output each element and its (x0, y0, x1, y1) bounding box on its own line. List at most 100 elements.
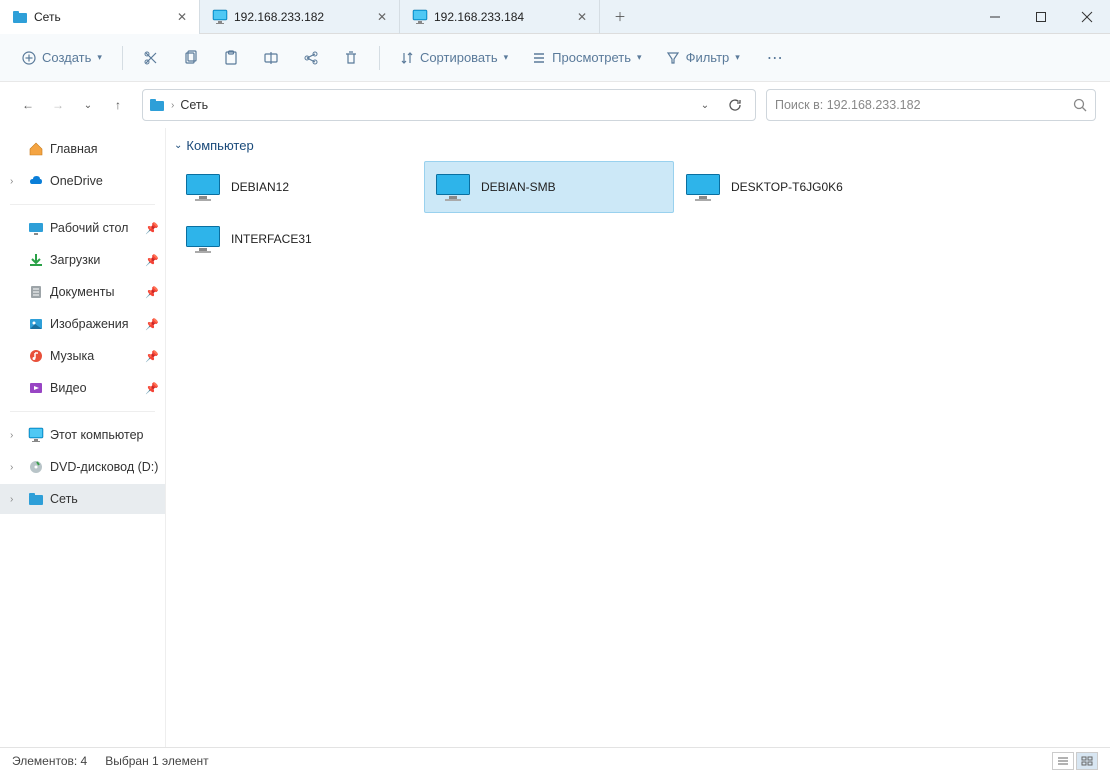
sidebar-item-label: Музыка (50, 349, 94, 363)
tab-network[interactable]: Сеть ✕ (0, 0, 200, 34)
delete-button[interactable] (333, 42, 369, 74)
expand-icon[interactable]: › (10, 430, 22, 441)
ellipsis-icon: ⋯ (767, 48, 785, 68)
sidebar-item-desktop[interactable]: Рабочий стол 📌 (0, 213, 165, 243)
documents-icon (28, 284, 44, 300)
computer-item-desktop-t6jg0k6[interactable]: DESKTOP-T6JG0K6 (674, 161, 924, 213)
plus-circle-icon (22, 51, 36, 65)
sidebar-item-documents[interactable]: Документы 📌 (0, 277, 165, 307)
search-icon[interactable] (1073, 98, 1087, 112)
trash-icon (343, 50, 359, 66)
tiles-view-button[interactable] (1076, 752, 1098, 770)
create-label: Создать (42, 50, 91, 65)
tab-ip-1[interactable]: 192.168.233.182 ✕ (200, 0, 400, 34)
search-bar[interactable] (766, 89, 1096, 121)
pin-icon[interactable]: 📌 (145, 254, 159, 267)
nav-buttons: ← → ⌄ ↑ (14, 91, 132, 119)
address-dropdown[interactable]: ⌄ (691, 91, 719, 119)
pin-icon[interactable]: 📌 (145, 318, 159, 331)
computer-icon (435, 173, 471, 201)
forward-button[interactable]: → (44, 91, 72, 119)
item-label: DESKTOP-T6JG0K6 (731, 180, 843, 194)
expand-icon[interactable]: › (10, 494, 22, 505)
chevron-down-icon: ▾ (504, 52, 509, 63)
disc-icon (28, 459, 44, 475)
view-toggle (1052, 752, 1098, 770)
address-row: ← → ⌄ ↑ › Сеть ⌄ (0, 82, 1110, 128)
downloads-icon (28, 252, 44, 268)
close-icon[interactable]: ✕ (373, 8, 391, 26)
tab-label: Сеть (34, 10, 167, 24)
sidebar-item-videos[interactable]: Видео 📌 (0, 373, 165, 403)
separator (379, 46, 380, 70)
pin-icon[interactable]: 📌 (145, 382, 159, 395)
expand-icon[interactable]: › (10, 176, 22, 187)
computer-icon (412, 9, 428, 25)
recent-button[interactable]: ⌄ (74, 91, 102, 119)
sidebar: Главная › OneDrive Рабочий стол 📌 Загруз… (0, 128, 166, 747)
close-icon[interactable]: ✕ (173, 8, 191, 26)
refresh-button[interactable] (721, 91, 749, 119)
new-tab-button[interactable]: ＋ (600, 0, 640, 34)
computer-item-debian12[interactable]: DEBIAN12 (174, 161, 424, 213)
expand-icon[interactable]: › (10, 462, 22, 473)
minimize-button[interactable] (972, 0, 1018, 34)
sidebar-item-label: Этот компьютер (50, 428, 143, 442)
sidebar-item-thispc[interactable]: › Этот компьютер (0, 420, 165, 450)
items-grid: DEBIAN12 DEBIAN-SMB DESKTOP-T6JG0K6 INTE… (174, 161, 1102, 265)
rename-icon (263, 50, 279, 66)
share-button[interactable] (293, 42, 329, 74)
sidebar-item-label: Загрузки (50, 253, 100, 267)
sort-button[interactable]: Сортировать ▾ (390, 42, 518, 74)
address-bar[interactable]: › Сеть ⌄ (142, 89, 756, 121)
content-area[interactable]: ⌄ Компьютер DEBIAN12 DEBIAN-SMB DESKTOP-… (166, 128, 1110, 747)
maximize-button[interactable] (1018, 0, 1064, 34)
breadcrumb[interactable]: Сеть (180, 98, 208, 112)
item-label: INTERFACE31 (231, 232, 312, 246)
filter-label: Фильтр (686, 50, 730, 65)
computer-icon (28, 427, 44, 443)
pin-icon[interactable]: 📌 (145, 350, 159, 363)
sidebar-item-pictures[interactable]: Изображения 📌 (0, 309, 165, 339)
sidebar-item-music[interactable]: Музыка 📌 (0, 341, 165, 371)
cut-button[interactable] (133, 42, 169, 74)
up-button[interactable]: ↑ (104, 91, 132, 119)
home-icon (28, 141, 44, 157)
pin-icon[interactable]: 📌 (145, 222, 159, 235)
pin-icon[interactable]: 📌 (145, 286, 159, 299)
computer-item-debian-smb[interactable]: DEBIAN-SMB (424, 161, 674, 213)
tab-ip-2[interactable]: 192.168.233.184 ✕ (400, 0, 600, 34)
view-icon (532, 51, 546, 65)
sidebar-item-network[interactable]: › Сеть (0, 484, 165, 514)
create-button[interactable]: Создать ▾ (12, 42, 112, 74)
close-icon[interactable]: ✕ (573, 8, 591, 26)
videos-icon (28, 380, 44, 396)
copy-button[interactable] (173, 42, 209, 74)
sidebar-item-onedrive[interactable]: › OneDrive (0, 166, 165, 196)
toolbar: Создать ▾ Сортировать ▾ Просмотреть ▾ Фи… (0, 34, 1110, 82)
more-button[interactable]: ⋯ (758, 42, 794, 74)
back-button[interactable]: ← (14, 91, 42, 119)
filter-button[interactable]: Фильтр ▾ (656, 42, 750, 74)
computer-item-interface31[interactable]: INTERFACE31 (174, 213, 424, 265)
item-count: Элементов: 4 (12, 754, 87, 768)
chevron-down-icon: ▾ (735, 52, 740, 63)
computer-icon (185, 173, 221, 201)
details-view-button[interactable] (1052, 752, 1074, 770)
view-button[interactable]: Просмотреть ▾ (522, 42, 651, 74)
network-folder-icon (12, 9, 28, 25)
sidebar-item-dvd[interactable]: › DVD-дисковод (D:) (0, 452, 165, 482)
close-window-button[interactable] (1064, 0, 1110, 34)
chevron-right-icon: › (171, 100, 174, 111)
paste-button[interactable] (213, 42, 249, 74)
chevron-down-icon: ⌄ (174, 140, 182, 151)
copy-icon (183, 50, 199, 66)
group-header-computer[interactable]: ⌄ Компьютер (174, 138, 1102, 153)
search-input[interactable] (775, 98, 1073, 112)
sidebar-item-home[interactable]: Главная (0, 134, 165, 164)
sidebar-item-downloads[interactable]: Загрузки 📌 (0, 245, 165, 275)
rename-button[interactable] (253, 42, 289, 74)
share-icon (303, 50, 319, 66)
separator (10, 204, 155, 205)
funnel-icon (666, 51, 680, 65)
